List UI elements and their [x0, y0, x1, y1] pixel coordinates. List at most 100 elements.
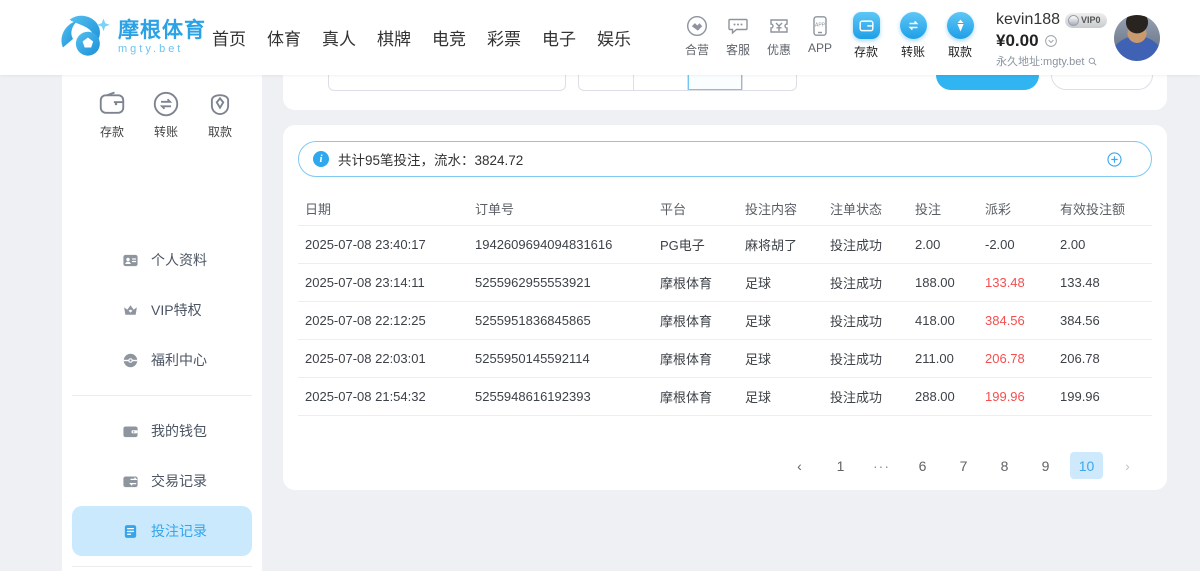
records-card: i 共计95笔投注，流水：3824.72 日期 订单号 平台 投注内容 注单状态: [283, 125, 1167, 490]
sidebar-menu-item[interactable]: VIP特权: [62, 285, 262, 335]
reset-button[interactable]: [1051, 75, 1153, 90]
nav-item[interactable]: 彩票: [487, 25, 521, 50]
nav-item[interactable]: 体育: [267, 25, 301, 50]
cell-status: 投注成功: [823, 387, 908, 406]
header-tool-label: APP: [808, 41, 832, 55]
date-range-input[interactable]: [328, 75, 566, 91]
nav-item[interactable]: 真人: [322, 25, 356, 50]
sidebar-menu-item-icon: [122, 473, 139, 490]
date-quick-tab[interactable]: [634, 75, 689, 90]
summary-bar: i 共计95笔投注，流水：3824.72: [298, 141, 1152, 177]
nav-item[interactable]: 电竞: [432, 25, 466, 50]
header-tool[interactable]: 客服: [725, 14, 751, 58]
pagination-item[interactable]: ›: [1111, 452, 1144, 479]
brand-logo-icon: [56, 14, 114, 60]
pagination-item[interactable]: 1: [824, 452, 857, 479]
sidebar-divider: [72, 395, 252, 396]
table-header-cell: 投注内容: [738, 199, 823, 218]
table-header-cell: 平台: [653, 199, 738, 218]
vip-badge[interactable]: VIP0: [1065, 13, 1107, 28]
table-row[interactable]: 2025-07-08 23:14:11 5255962955553921 摩根体…: [298, 264, 1152, 302]
header-tools: 合营 客服 优惠 APP: [684, 14, 833, 58]
top-bar: 摩根体育 mgty.bet 首页 体育 真人 棋牌 电竞 彩票 电子 娱乐: [0, 0, 1200, 75]
table-header-cell: 注单状态: [823, 199, 908, 218]
cell-platform: 摩根体育: [653, 311, 738, 330]
cell-date: 2025-07-08 21:54:32: [298, 389, 468, 404]
sidebar-menu-item-label: VIP特权: [151, 300, 202, 320]
sidebar-menu-item-label: 我的钱包: [151, 421, 207, 441]
table-row[interactable]: 2025-07-08 23:40:17 1942609694094831616 …: [298, 226, 1152, 264]
date-quick-tab[interactable]: [743, 75, 797, 90]
nav-item[interactable]: 娱乐: [597, 25, 631, 50]
filter-card: [283, 75, 1167, 110]
sidebar-menu: 个人资料 VIP特权 福利中心 我的钱包: [62, 235, 262, 571]
sidebar-menu-item[interactable]: 个人资料: [62, 235, 262, 285]
pagination-item[interactable]: 9: [1029, 452, 1062, 479]
pagination-item[interactable]: ‹: [783, 452, 816, 479]
quick-action-icon: [853, 12, 880, 39]
permanent-address: 永久地址:mgty.bet: [996, 53, 1084, 69]
sidebar-menu-item[interactable]: 福利中心: [62, 335, 262, 385]
cell-status: 投注成功: [823, 349, 908, 368]
sidebar-wallet-action[interactable]: 取款: [204, 89, 236, 140]
sidebar-wallet-action[interactable]: 转账: [150, 89, 182, 140]
plus-circle-icon[interactable]: [1106, 151, 1123, 168]
sidebar: 存款 转账 取款 个人资料: [62, 75, 262, 571]
cell-stake: 418.00: [908, 313, 978, 328]
cell-valid-amount: 384.56: [1053, 313, 1152, 328]
quick-action[interactable]: 存款: [849, 12, 883, 60]
table-row[interactable]: 2025-07-08 21:54:32 5255948616192393 摩根体…: [298, 378, 1152, 416]
brand-logo[interactable]: 摩根体育 mgty.bet: [56, 14, 206, 60]
balance: ¥0.00: [996, 31, 1039, 51]
vip-medal-icon: [1068, 15, 1079, 26]
cell-order-number: 5255948616192393: [468, 389, 653, 404]
quick-action-label: 取款: [948, 43, 972, 60]
cell-bet-content: 足球: [738, 273, 823, 292]
avatar[interactable]: [1114, 15, 1160, 61]
header-tool-label: 优惠: [767, 41, 791, 58]
summary-text: 共计95笔投注，流水：3824.72: [338, 149, 1106, 169]
table-body: 2025-07-08 23:40:17 1942609694094831616 …: [298, 226, 1152, 416]
quick-action[interactable]: 转账: [896, 12, 930, 60]
table-row[interactable]: 2025-07-08 22:03:01 5255950145592114 摩根体…: [298, 340, 1152, 378]
header-tool[interactable]: APP: [807, 14, 833, 58]
info-icon: i: [313, 151, 329, 167]
table-row[interactable]: 2025-07-08 22:12:25 5255951836845865 摩根体…: [298, 302, 1152, 340]
header-tool[interactable]: 优惠: [766, 14, 792, 58]
nav-item[interactable]: 首页: [212, 25, 246, 50]
pagination-item[interactable]: ···: [865, 452, 898, 479]
search-icon[interactable]: [1087, 56, 1098, 67]
date-quick-tab-selected[interactable]: [688, 75, 743, 90]
sidebar-menu-item[interactable]: 我的钱包: [62, 406, 262, 456]
sidebar-wallet-action-label: 转账: [154, 123, 178, 140]
cell-date: 2025-07-08 22:12:25: [298, 313, 468, 328]
pagination-item[interactable]: 8: [988, 452, 1021, 479]
table-header-cell: 有效投注额: [1053, 199, 1152, 218]
cell-stake: 288.00: [908, 389, 978, 404]
balance-dropdown-icon[interactable]: [1044, 34, 1058, 48]
header-tool[interactable]: 合营: [684, 14, 710, 58]
sidebar-menu-item[interactable]: 交易记录: [62, 456, 262, 506]
sidebar-menu-item-icon: [122, 252, 139, 269]
date-quick-tab[interactable]: [579, 75, 634, 90]
nav-item[interactable]: 棋牌: [377, 25, 411, 50]
sidebar-wallet-action[interactable]: 存款: [96, 89, 128, 140]
cell-payout: 133.48: [978, 275, 1053, 290]
pagination-item[interactable]: 7: [947, 452, 980, 479]
cell-stake: 2.00: [908, 237, 978, 252]
sidebar-menu-item-label: 投注记录: [151, 521, 207, 541]
pagination-item[interactable]: 6: [906, 452, 939, 479]
bet-records-table: 日期 订单号 平台 投注内容 注单状态 投注 派彩 有效投注额: [298, 191, 1152, 416]
cell-bet-content: 麻将胡了: [738, 235, 823, 254]
sidebar-menu-item[interactable]: 投注记录: [72, 506, 252, 556]
cell-payout: 384.56: [978, 313, 1053, 328]
pagination-item[interactable]: 10: [1070, 452, 1103, 479]
nav-item[interactable]: 电子: [542, 25, 576, 50]
cell-bet-content: 足球: [738, 387, 823, 406]
quick-action[interactable]: 取款: [943, 12, 977, 60]
sidebar-wallet-action-icon: [204, 89, 236, 119]
search-button[interactable]: [936, 75, 1039, 90]
cell-platform: 摩根体育: [653, 387, 738, 406]
cell-valid-amount: 133.48: [1053, 275, 1152, 290]
username: kevin188: [996, 11, 1060, 29]
